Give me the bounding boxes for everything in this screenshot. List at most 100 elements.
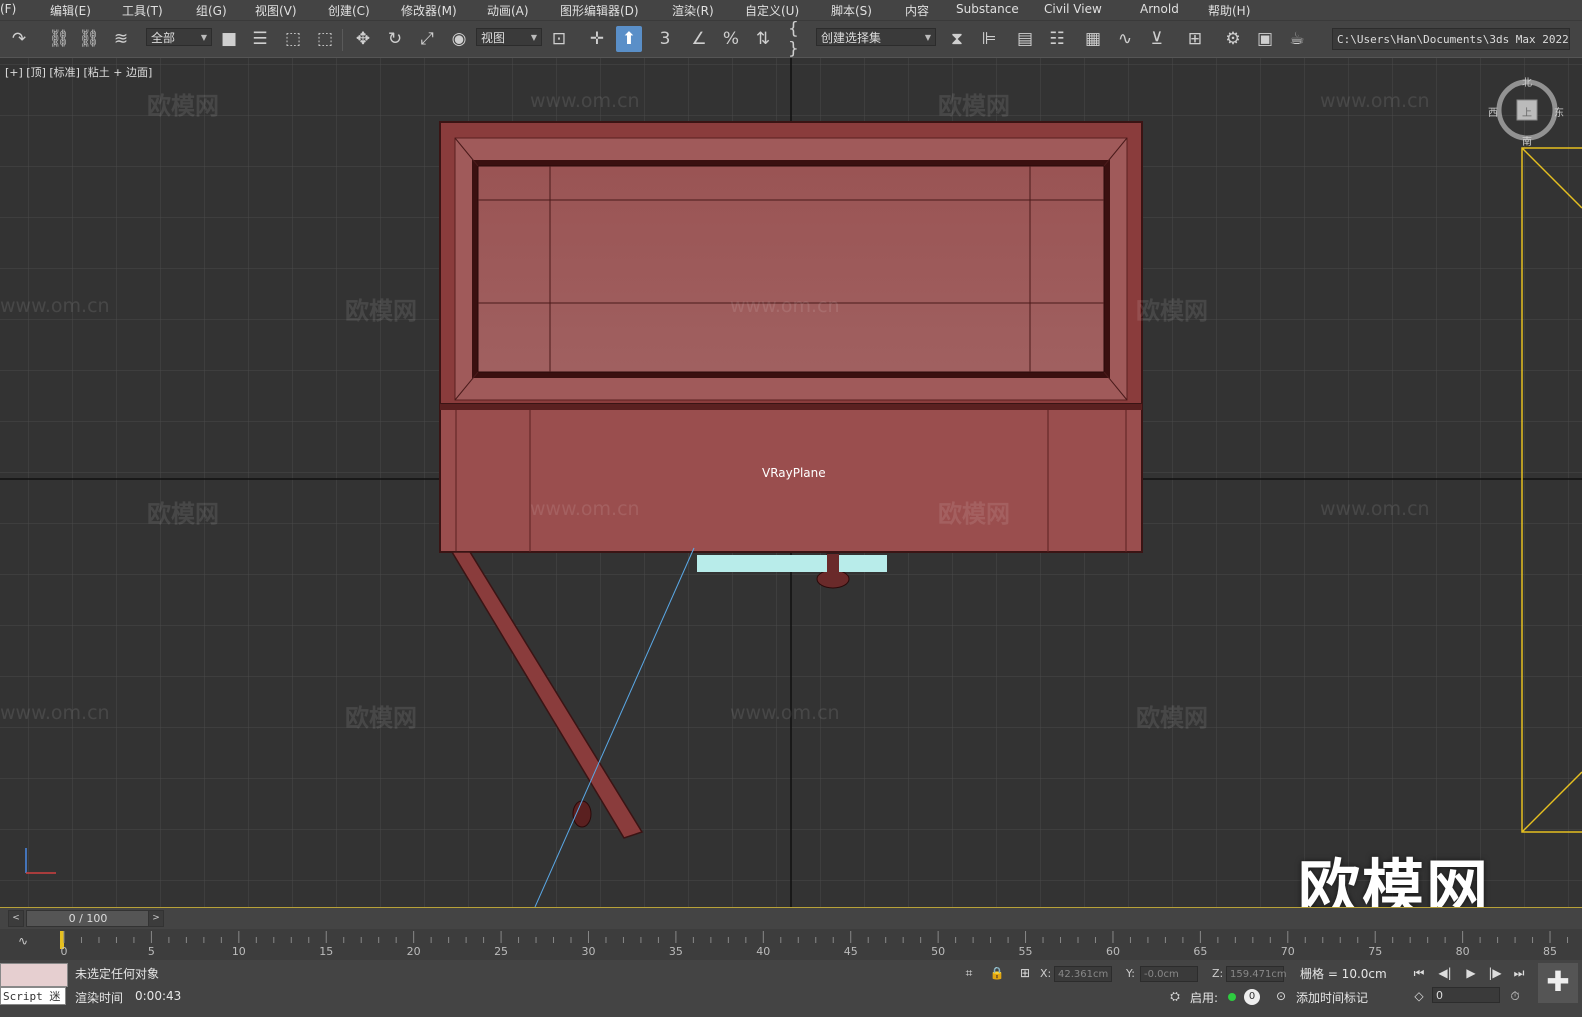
menu-group[interactable]: 组(G) [196, 2, 227, 19]
schematic-view-icon[interactable]: ⊻ [1144, 26, 1170, 52]
viewcube[interactable]: 北 南 东 西 上 [1488, 74, 1564, 148]
trackbar-tick-label: 55 [1018, 945, 1033, 958]
bind-space-warp-icon[interactable]: ≋ [108, 26, 134, 52]
frame-spinner-icon[interactable]: ◇ [1410, 987, 1428, 1005]
snaps-toggle-icon[interactable]: 3 [652, 26, 678, 52]
menu-animation[interactable]: 动画(A) [487, 2, 529, 19]
play-icon[interactable]: ▶ [1462, 964, 1480, 982]
project-path-dropdown[interactable]: C:\Users\Han\Documents\3ds Max 2022 [1332, 28, 1570, 50]
pivot-center-icon[interactable]: ⊡ [546, 26, 572, 52]
x-coordinate-field[interactable]: 42.361cm [1054, 966, 1112, 982]
spinner-snap-icon[interactable]: ⇅ [750, 26, 776, 52]
viewcube-north[interactable]: 北 [1522, 74, 1532, 89]
trackbar[interactable]: ∿ 0 5 10 15 20 25 30 35 40 45 50 55 60 65 70 75 80 85 [0, 929, 1582, 960]
time-configuration-icon[interactable]: ⏱ [1506, 987, 1524, 1005]
move-icon[interactable]: ✥ [350, 26, 376, 52]
viewcube-east[interactable]: 东 [1554, 104, 1564, 119]
status-bar: Script 迷 未选定任何对象 渲染时间 0:00:43 ⌗ 🔒 ⊞ X: 4… [0, 961, 1582, 1017]
enable-count-badge: 0 [1244, 989, 1260, 1005]
menu-customize[interactable]: 自定义(U) [745, 2, 799, 19]
select-manipulate-icon[interactable]: ✛ [584, 26, 610, 52]
link-icon[interactable]: ⛓ [46, 26, 72, 52]
viewcube-south[interactable]: 南 [1522, 133, 1532, 148]
select-object-icon[interactable]: ■ [216, 26, 242, 52]
time-tag-icon[interactable]: ⊙ [1272, 987, 1290, 1005]
trackbar-tick-label: 15 [319, 945, 334, 958]
menu-rendering[interactable]: 渲染(R) [672, 2, 714, 19]
unlink-icon[interactable]: ⛓ [76, 26, 102, 52]
maxscript-listener-pink[interactable] [0, 963, 68, 987]
rotate-icon[interactable]: ↻ [382, 26, 408, 52]
menu-content[interactable]: 内容 [905, 2, 929, 19]
current-frame-field[interactable]: 0 [1432, 987, 1500, 1003]
keyboard-shortcut-override-icon[interactable]: ⬆ [616, 26, 642, 52]
go-to-start-icon[interactable]: ⏮ [1410, 964, 1428, 982]
maxscript-input[interactable]: Script 迷 [0, 987, 66, 1005]
menu-tools[interactable]: 工具(T) [122, 2, 163, 19]
go-to-end-icon[interactable]: ⏭ [1510, 964, 1528, 982]
mirror-icon[interactable]: ⧗ [944, 26, 970, 52]
render-setup-icon[interactable]: ⚙ [1220, 26, 1246, 52]
menu-substance[interactable]: Substance [956, 2, 1019, 16]
time-next-button[interactable]: > [148, 910, 164, 927]
trackbar-tick-label: 10 [231, 945, 246, 958]
reference-coordinate-dropdown[interactable]: 视图 ▼ [476, 28, 542, 46]
previous-frame-icon[interactable]: ◀| [1436, 964, 1454, 982]
material-editor-icon[interactable]: ⊞ [1182, 26, 1208, 52]
toggle-ribbon-icon[interactable]: ▦ [1080, 26, 1106, 52]
menu-arnold[interactable]: Arnold [1140, 2, 1179, 16]
vray-plane-object[interactable] [697, 555, 887, 572]
edit-named-selection-icon[interactable]: { } [788, 19, 814, 59]
watermark: 欧模网 [938, 92, 1010, 120]
trackbar-tick-label: 35 [668, 945, 683, 958]
trackbar-tick-label: 25 [494, 945, 509, 958]
auto-key-icon[interactable]: ✚ [1538, 963, 1578, 1003]
trackbar-tick-label: 45 [843, 945, 858, 958]
viewport-label[interactable]: [+] [顶] [标准] [粘土 + 边面] [5, 64, 152, 80]
menu-help[interactable]: 帮助(H) [1208, 2, 1250, 19]
z-label: Z: [1212, 967, 1224, 980]
viewport-top[interactable]: [+] [顶] [标准] [粘土 + 边面] 欧模网 www.om.cn 欧模网… [0, 58, 1582, 908]
place-icon[interactable]: ◉ [446, 26, 472, 52]
menu-civil-view[interactable]: Civil View [1044, 2, 1102, 16]
menu-modifiers[interactable]: 修改器(M) [401, 2, 457, 19]
next-frame-icon[interactable]: |▶ [1486, 964, 1504, 982]
selection-lock-icon[interactable]: 🔒 [988, 964, 1006, 982]
time-slider-thumb[interactable]: 0 / 100 [26, 910, 150, 927]
menu-views[interactable]: 视图(V) [255, 2, 297, 19]
enable-label: 启用: [1190, 991, 1219, 1005]
menu-create[interactable]: 创建(C) [328, 2, 370, 19]
percent-snap-icon[interactable]: % [718, 26, 744, 52]
angle-snap-icon[interactable]: ∠ [686, 26, 712, 52]
window-crossing-icon[interactable]: ⬚ [312, 26, 338, 52]
time-prev-button[interactable]: < [8, 910, 24, 927]
watermark: www.om.cn [1320, 90, 1430, 112]
viewcube-west[interactable]: 西 [1488, 104, 1498, 119]
menu-scripting[interactable]: 脚本(S) [831, 2, 872, 19]
menu-graph-editors[interactable]: 图形编辑器(D) [560, 2, 639, 19]
absolute-mode-icon[interactable]: ⊞ [1016, 964, 1034, 982]
scale-icon[interactable]: ⤢ [414, 26, 440, 52]
redo-icon[interactable]: ↷ [6, 26, 32, 52]
selection-filter-dropdown[interactable]: 全部 ▼ [146, 28, 212, 46]
layer-explorer-icon[interactable]: ☷ [1044, 26, 1070, 52]
named-selection-dropdown[interactable]: 创建选择集 ▼ [816, 28, 936, 46]
menu-file[interactable]: (F) [0, 2, 16, 16]
adaptive-degradation-icon[interactable]: ⛭ [1166, 987, 1184, 1005]
render-production-icon[interactable]: ☕ [1284, 26, 1310, 52]
y-coordinate-field[interactable]: -0.0cm [1140, 966, 1198, 982]
add-time-tag[interactable]: 添加时间标记 [1296, 989, 1368, 1006]
trackbar-tick-label: 30 [581, 945, 596, 958]
isolate-selection-icon[interactable]: ⌗ [960, 964, 978, 982]
select-by-name-icon[interactable]: ☰ [247, 26, 273, 52]
watermark: 欧模网 [147, 500, 219, 528]
viewcube-top-face[interactable]: 上 [1522, 104, 1532, 119]
menu-edit[interactable]: 编辑(E) [50, 2, 91, 19]
scene-explorer-icon[interactable]: ▤ [1012, 26, 1038, 52]
rectangular-selection-icon[interactable]: ⬚ [280, 26, 306, 52]
curve-editor-icon[interactable]: ∿ [1112, 26, 1138, 52]
rendered-frame-window-icon[interactable]: ▣ [1252, 26, 1278, 52]
align-icon[interactable]: ⊫ [976, 26, 1002, 52]
z-coordinate-field[interactable]: 159.471cm [1226, 966, 1287, 982]
watermark: 欧模网 [147, 92, 219, 120]
